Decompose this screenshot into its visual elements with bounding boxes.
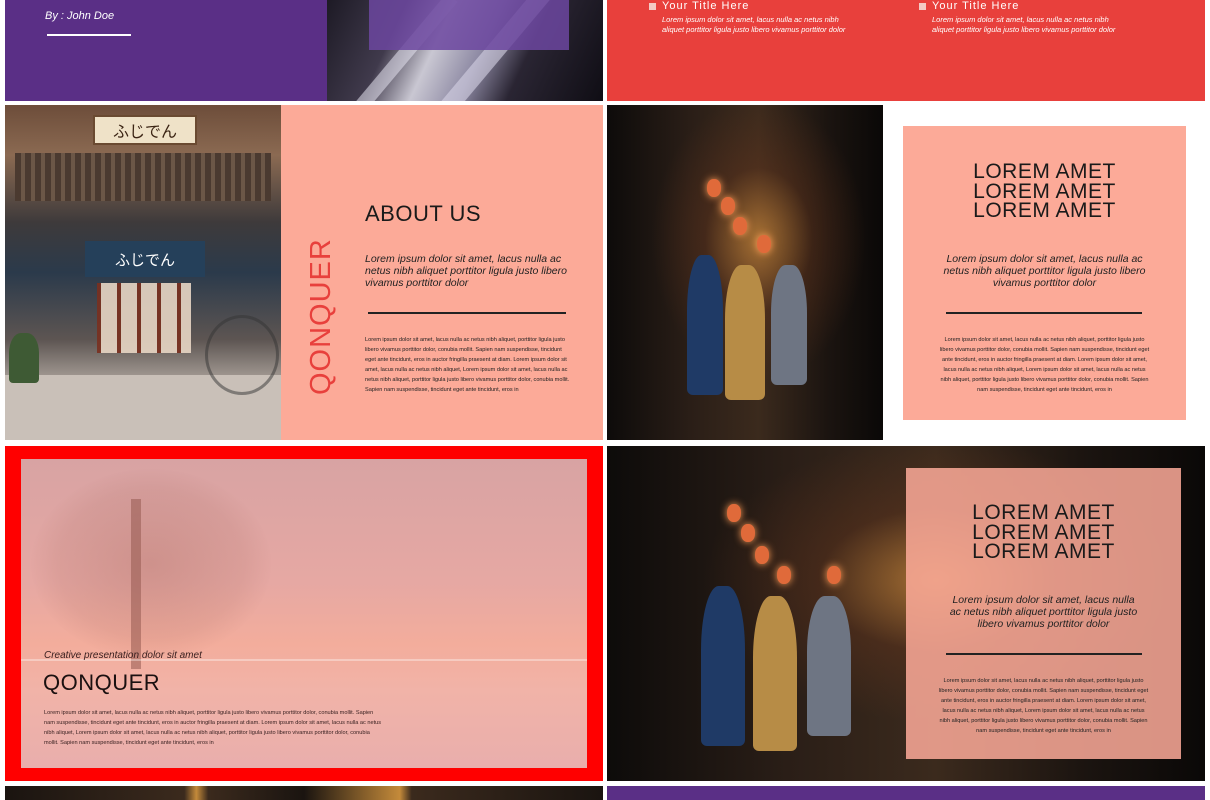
column-description: Lorem ipsum dolor sit amet, lacus nulla … [932,15,1116,34]
divider-line [946,653,1142,655]
architecture-photo [327,0,603,101]
card-body-text: Lorem ipsum dolor sit amet, lacus nulla … [939,337,1150,393]
bullet-square-icon [649,2,656,10]
lantern [741,524,755,542]
column-title: Your Title Here [662,0,750,12]
column-description: Lorem ipsum dolor sit amet, lacus nulla … [662,15,846,34]
card-heading-line: LOREM AMET [972,540,1115,563]
slide-intro: Lorem ipsum dolor sit amet, lacus nulla … [365,253,567,289]
slide-body-text: Lorem ipsum dolor sit amet, lacus nulla … [44,710,382,746]
title-column-1: Your Title Here Lorem ipsum dolor sit am… [649,0,859,35]
person [701,586,745,746]
lantern [727,504,741,522]
tree-trunk [131,499,141,669]
lantern [777,566,791,584]
author-byline: By : John Doe [45,10,115,22]
slide-heading: QONQUER [43,670,161,695]
bullet-square-icon [919,2,926,10]
person [771,265,807,385]
content-card: LOREM AMET LOREM AMET LOREM AMET Lorem i… [903,126,1186,420]
slide-heading: ABOUT US [365,201,482,226]
shop-sign: ふじでん [93,115,197,145]
shop-window [97,283,191,353]
card-heading-line: LOREM AMET [973,199,1116,222]
card-lead: Lorem ipsum dolor sit amet, lacus nulla … [949,594,1138,630]
purple-overlay-box [369,0,569,50]
lantern [757,235,771,253]
lantern [827,566,841,584]
potted-plant [9,333,39,383]
divider-line [47,34,131,36]
slide-about-us[interactable]: ふじでん ふじでん QONQUER ABOUT US Lorem ipsum d… [5,105,603,440]
card-lead: Lorem ipsum dolor sit amet, lacus nulla … [943,253,1146,289]
slide-lorem-amet-2[interactable]: LOREM AMET LOREM AMET LOREM AMET Lorem i… [607,446,1205,781]
slide-title-purple[interactable]: By : John Doe [5,0,603,101]
slide-lanterns-partial[interactable] [5,786,603,800]
lantern [707,179,721,197]
bicycle [205,315,279,395]
column-title: Your Title Here [932,0,1020,12]
card-body-text: Lorem ipsum dolor sit amet, lacus nulla … [938,678,1149,734]
lantern [721,197,735,215]
alley-photo [607,105,883,440]
title-column-2: Your Title Here Lorem ipsum dolor sit am… [919,0,1129,35]
lantern [733,217,747,235]
slide-kicker: Creative presentation dolor sit amet [44,650,202,661]
shop-roof [15,153,271,201]
person [725,265,765,400]
slide-qonquer[interactable]: Creative presentation dolor sit amet QON… [5,446,603,781]
slide-titles-red[interactable]: Your Title Here Lorem ipsum dolor sit am… [607,0,1205,101]
tree-silhouette [31,469,271,659]
person [687,255,723,395]
divider-line [368,312,566,314]
brand-vertical-text: QONQUER [305,238,337,395]
slide-body-text: Lorem ipsum dolor sit amet, lacus nulla … [365,337,570,393]
slide-lorem-amet-1[interactable]: LOREM AMET LOREM AMET LOREM AMET Lorem i… [607,105,1205,440]
person [807,596,851,736]
slide-purple-partial[interactable] [607,786,1205,800]
content-card: LOREM AMET LOREM AMET LOREM AMET Lorem i… [906,468,1181,759]
card-heading-line: LOREM AMET [973,160,1116,183]
lantern [755,546,769,564]
card-heading-line: LOREM AMET [972,501,1115,524]
divider-line [946,312,1142,314]
shopfront-photo: ふじでん ふじでん [5,105,281,440]
person [753,596,797,751]
shop-curtain: ふじでん [85,241,205,277]
